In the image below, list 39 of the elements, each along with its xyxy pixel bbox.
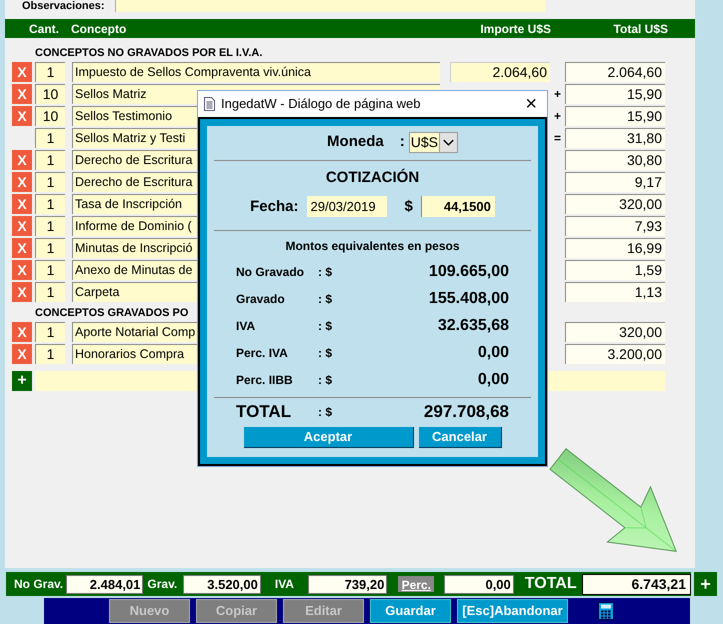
- peso-sign: : $: [318, 318, 332, 334]
- column-header: Importe U$S: [479, 20, 551, 38]
- operator-sign: =: [554, 130, 561, 147]
- column-header: Total U$S: [612, 20, 668, 38]
- amount-label: No Gravado: [236, 264, 306, 280]
- peso-sign: : $: [318, 404, 332, 421]
- total-amount: 297.708,68: [424, 401, 509, 424]
- peso-sign: : $: [318, 372, 332, 388]
- rate-symbol: $: [404, 196, 413, 216]
- amount-label: Perc. IIBB: [236, 372, 294, 388]
- date-label: Fecha:: [250, 196, 298, 216]
- operator-sign: +: [554, 108, 561, 125]
- column-header: Cant.: [29, 20, 60, 38]
- peso-amount: 155.408,00: [428, 288, 509, 308]
- amount-label: Perc. IVA: [236, 344, 289, 362]
- section-heading: CONCEPTOS GRAVADOS PO: [35, 306, 190, 321]
- currency-label: Moneda: [327, 132, 384, 152]
- quote-heading: COTIZACIÓN: [324, 168, 420, 188]
- totals-label: Grav.: [147, 576, 178, 593]
- totals-label: IVA: [274, 576, 295, 593]
- dialog-title: IngedatW - Diálogo de página web: [221, 95, 422, 114]
- currency-colon: :: [400, 132, 405, 152]
- peso-sign: : $: [318, 344, 332, 362]
- totals-label: TOTAL: [524, 574, 578, 594]
- peso-amount: 109.665,00: [428, 262, 509, 282]
- peso-amount: 0,00: [478, 370, 509, 390]
- peso-sign: : $: [318, 290, 332, 308]
- peso-amount: 32.635,68: [438, 316, 509, 336]
- totals-label: No Grav.: [14, 576, 64, 593]
- column-header: Concepto: [71, 20, 128, 38]
- section-heading: CONCEPTOS NO GRAVADOS POR EL I.V.A.: [35, 46, 264, 61]
- amount-label: Gravado: [236, 290, 286, 308]
- amounts-subtitle: Montos equivalentes en pesos: [285, 238, 460, 255]
- amount-label: IVA: [236, 318, 256, 334]
- peso-sign: : $: [318, 264, 332, 280]
- peso-amount: 0,00: [478, 342, 509, 362]
- total-label: TOTAL: [236, 401, 292, 424]
- observations-label: Observaciones:: [22, 0, 106, 12]
- operator-sign: +: [554, 86, 561, 103]
